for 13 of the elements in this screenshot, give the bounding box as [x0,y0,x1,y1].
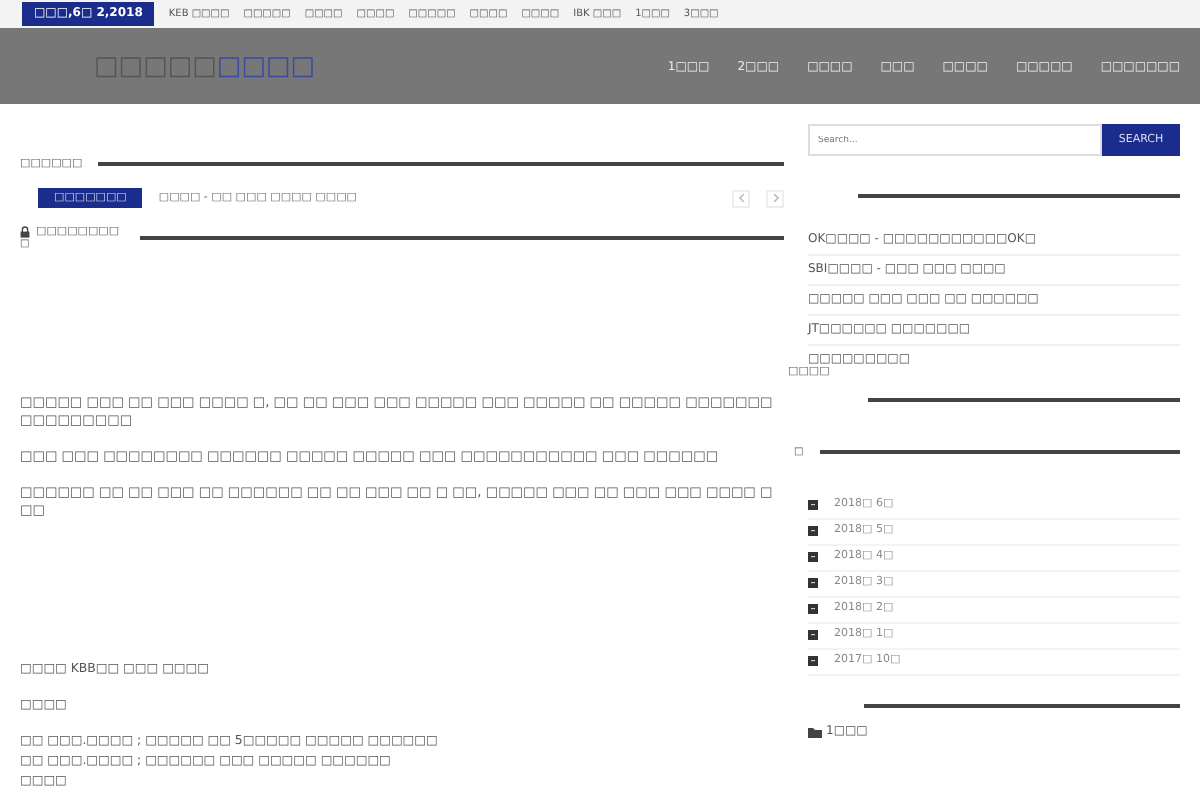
chevron-left-icon [737,194,745,202]
archive-icon [808,655,818,665]
archive-icon [808,525,818,535]
archive-icon [808,499,818,509]
archive-icon [808,577,818,587]
chevron-right-icon [771,194,779,202]
archive-icon [808,551,818,561]
folder-icon [808,725,822,737]
previous-button[interactable] [732,189,750,207]
lock-icon [20,226,30,238]
next-button[interactable] [766,189,784,207]
archive-icon [808,629,818,639]
archive-icon [808,603,818,613]
